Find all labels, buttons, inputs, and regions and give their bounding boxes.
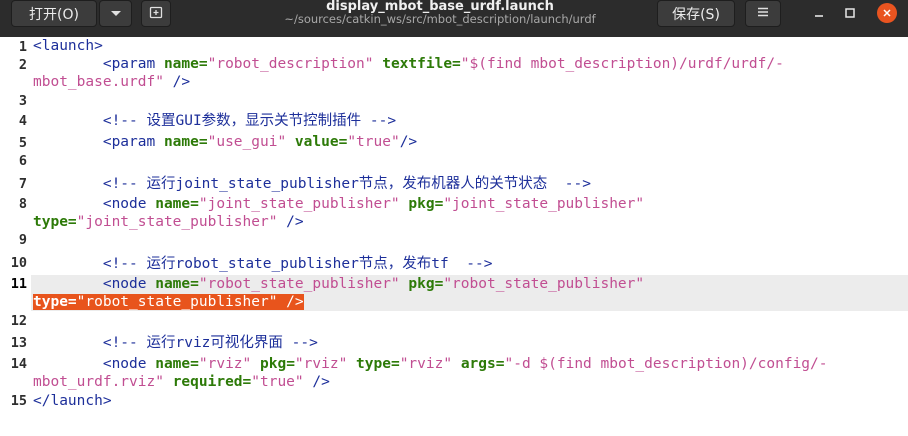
line-number: 2 [18,57,27,73]
line-number: 12 [10,313,27,329]
line-number: 10 [10,255,27,271]
line-number: 3 [18,93,27,109]
code-line: <param name="use_gui" value="true"/> [33,134,418,150]
new-tab-icon [149,5,163,23]
code-line-wrap: mbot_base.urdf" /> [33,74,191,90]
code-line: <node name="rviz" pkg="rviz" type="rviz"… [33,356,828,372]
hamburger-menu-icon [756,6,770,22]
save-button-label: 保存(S) [672,6,720,23]
maximize-icon [844,4,856,23]
open-button[interactable]: 打开(O) [11,0,97,27]
new-tab-button[interactable] [141,0,171,27]
save-button[interactable]: 保存(S) [657,0,735,27]
code-line: <!-- 设置GUI参数，显示关节控制插件 --> [33,113,397,129]
line-number: 9 [18,232,27,248]
line-number: 1 [18,39,27,55]
line-number: 4 [18,113,27,129]
main-menu-button[interactable] [745,0,781,27]
code-line: <!-- 运行robot_state_publisher节点，发布tf --> [33,256,493,272]
text-selection: type="robot_state_publisher" /> [33,294,304,310]
code-line: <launch> [33,38,103,54]
line-number-current: 11 [10,276,27,292]
code-line-wrap: type="joint_state_publisher" /> [33,214,304,230]
close-button[interactable] [876,2,898,24]
maximize-button[interactable] [839,2,861,24]
open-menu-button[interactable] [99,0,132,27]
code-line-current: <node name="robot_state_publisher" pkg="… [33,276,645,292]
open-button-label: 打开(O) [29,6,79,23]
line-number: 5 [18,135,27,151]
code-line-wrap: type="robot_state_publisher" /> [33,292,304,312]
line-number: 13 [10,335,27,351]
code-line: </launch> [33,393,112,409]
minimize-icon [813,4,825,23]
line-number: 6 [18,153,27,169]
line-number-gutter: 1 2 3 4 5 6 7 8 9 10 11 12 13 14 15 [0,37,31,436]
line-number: 8 [18,196,27,212]
minimize-button[interactable] [808,2,830,24]
code-line: <node name="joint_state_publisher" pkg="… [33,196,645,212]
close-icon [877,3,897,23]
line-number: 7 [18,176,27,192]
text-editor[interactable]: <launch> <param name="robot_description"… [31,37,908,436]
line-number: 15 [10,393,27,409]
window-subtitle: ~/sources/catkin_ws/src/mbot_description… [284,12,596,26]
line-number: 14 [10,356,27,372]
header-bar: 打开(O) display_mbot_base_urdf.launch ~/so… [0,0,908,37]
code-line-wrap: mbot_urdf.rviz" required="true" /> [33,374,330,390]
chevron-down-icon [110,6,122,22]
code-line: <!-- 运行rviz可视化界面 --> [33,335,318,351]
code-line: <!-- 运行joint_state_publisher节点，发布机器人的关节状… [33,176,591,192]
code-line: <param name="robot_description" textfile… [33,56,784,72]
